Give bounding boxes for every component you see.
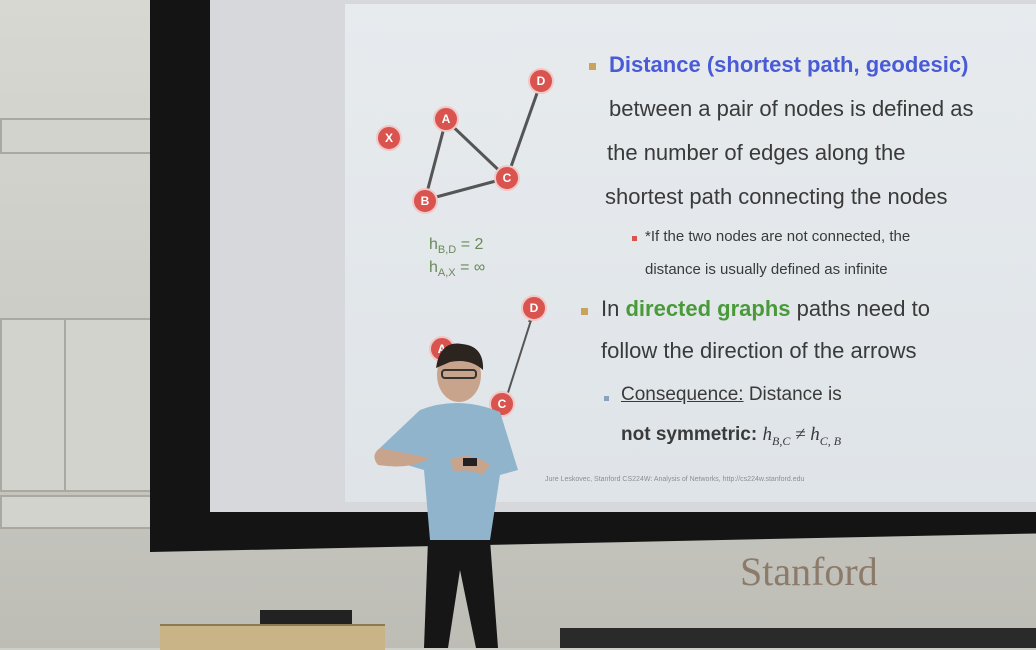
floor-strip — [560, 628, 1036, 648]
distance-h-bd: hB,D = 2 — [429, 236, 484, 257]
sub1-line2: distance is usually defined as infinite — [645, 261, 888, 278]
sub1-line1: *If the two nodes are not connected, the — [645, 228, 911, 245]
bullet-marker — [589, 63, 596, 70]
graph-node-a: A — [433, 106, 459, 132]
bullet2-line2: follow the direction of the arrows — [601, 338, 917, 363]
presenter — [374, 343, 518, 648]
bullet1-title: Distance (shortest path, geodesic) — [609, 52, 969, 77]
laptop — [260, 610, 352, 624]
sub2-line2: not symmetric: hB,C ≠ hC, B — [621, 424, 842, 448]
bullet1-line4: shortest path connecting the nodes — [605, 184, 948, 209]
sub-bullet-marker — [632, 236, 637, 241]
wall-panel — [0, 318, 66, 492]
graph-node-d: D — [528, 68, 554, 94]
bullet1-line2: between a pair of nodes is defined as — [609, 96, 974, 121]
slide-footer: Jure Leskovec, Stanford CS224W: Analysis… — [545, 476, 805, 483]
sub2-line1: Consequence: Distance is — [621, 384, 842, 405]
graph-node-c: C — [494, 165, 520, 191]
graph2-node-d: D — [521, 295, 547, 321]
distance-h-ax: hA,X = ∞ — [429, 259, 486, 280]
podium — [160, 624, 385, 650]
sub-bullet-marker — [604, 396, 609, 401]
graph-node-b: B — [412, 188, 438, 214]
bullet2-line1: In directed graphs paths need to — [601, 296, 930, 321]
stanford-logo: Stanford — [740, 549, 878, 594]
graph-node-x: X — [376, 125, 402, 151]
wall-panel — [0, 495, 164, 529]
bullet-marker — [581, 308, 588, 315]
bullet1-line3: the number of edges along the — [607, 140, 906, 165]
